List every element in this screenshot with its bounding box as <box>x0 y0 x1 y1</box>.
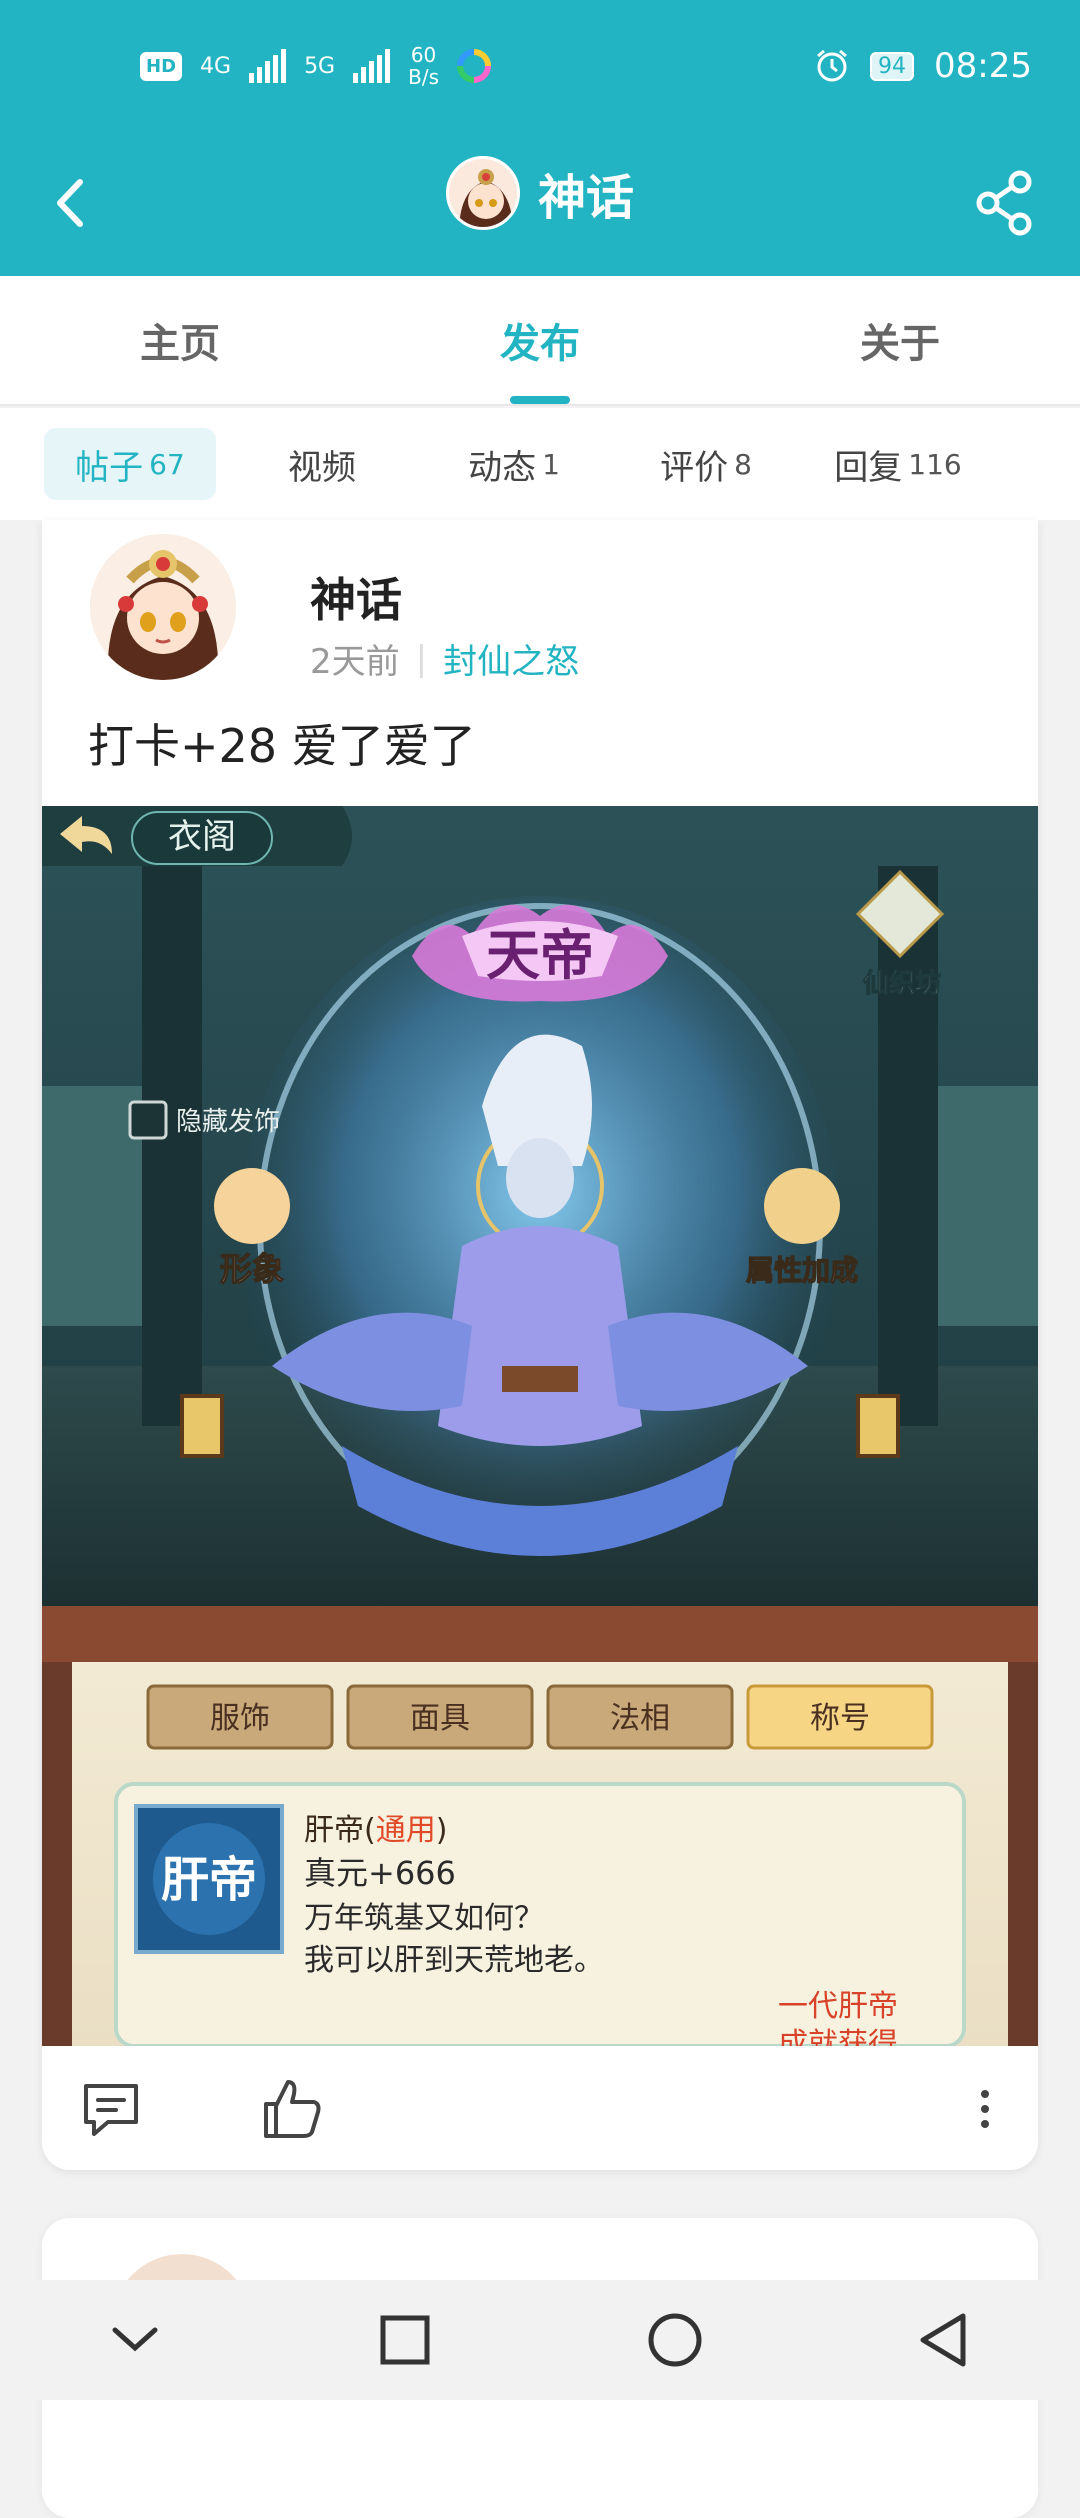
share-icon[interactable] <box>970 168 1040 238</box>
subtab-label: 视频 <box>288 447 356 488</box>
subtab-label: 帖子 <box>75 447 144 488</box>
post-header: 神话 2天前 | 封仙之怒 <box>90 534 990 694</box>
subtab-count: 116 <box>908 447 962 481</box>
xianzhifang-label: 仙织坊 <box>863 968 941 999</box>
circle-icon[interactable] <box>635 2300 715 2380</box>
page-title: 神话 <box>537 170 634 226</box>
main-tabs: 主页 发布 关于 <box>0 276 1080 406</box>
subtab-videos[interactable]: 视频 <box>236 428 408 500</box>
more-vertical-icon[interactable] <box>950 2074 1020 2144</box>
tab-home[interactable]: 主页 <box>0 276 360 404</box>
status-right: 94 08:25 <box>814 38 1032 94</box>
header-avatar[interactable] <box>445 156 520 230</box>
battery-indicator: 94 <box>870 51 915 81</box>
meta-divider: | <box>415 638 428 679</box>
wardrobe-label: 衣阁 <box>168 817 236 857</box>
post-image[interactable]: 天帝 衣阁 仙织坊 隐藏发饰 形象 属性加成 服饰 面具 法相 称号 肝帝 肝帝… <box>42 806 1038 2046</box>
app-notification-icon <box>457 49 491 83</box>
subtab-reviews[interactable]: 评价 8 <box>620 428 792 500</box>
item-icon-text: 肝帝 <box>161 1852 257 1908</box>
category-fushi: 服饰 <box>210 1701 270 1736</box>
tab-about[interactable]: 关于 <box>720 276 1080 404</box>
status-left: HD 4G 5G 60 B/s <box>140 38 491 94</box>
achievement-line-2: 成就获得 <box>778 2027 898 2046</box>
sim2-label: 5G <box>304 53 336 79</box>
item-stat: 真元+666 <box>304 1854 456 1892</box>
thumbs-up-icon[interactable] <box>256 2074 326 2144</box>
image-btn-label: 形象 <box>220 1250 284 1288</box>
hide-hair-label: 隐藏发饰 <box>176 1107 280 1137</box>
author-avatar[interactable] <box>90 534 236 680</box>
clock: 08:25 <box>934 46 1032 86</box>
sub-tabs: 帖子 67 视频 动态 1 评价 8 回复 116 <box>0 408 1080 520</box>
achievement-line-1: 一代肝帝 <box>778 1989 898 2024</box>
avatar-illustration <box>90 534 236 680</box>
subtab-activity[interactable]: 动态 1 <box>428 428 600 500</box>
alarm-icon <box>817 49 847 82</box>
header-title-group: 神话 <box>0 156 1080 230</box>
tab-posts[interactable]: 发布 <box>360 276 720 404</box>
post-meta: 2天前 | 封仙之怒 <box>310 634 579 683</box>
category-chenghao: 称号 <box>810 1701 870 1736</box>
app-header: 神话 <box>0 130 1080 276</box>
signal1-icon <box>249 49 287 83</box>
svg-text:肝帝(通用): 肝帝(通用) <box>304 1813 447 1848</box>
subtab-threads[interactable]: 帖子 67 <box>44 428 216 500</box>
net-speed-unit: B/s <box>408 65 439 89</box>
net-speed: 60 B/s <box>408 44 439 88</box>
category-faxiang: 法相 <box>610 1701 670 1736</box>
subtab-label: 回复 <box>834 447 903 488</box>
item-type: 通用 <box>376 1813 436 1848</box>
subtab-count: 1 <box>542 447 560 481</box>
hd-badge: HD <box>140 51 183 81</box>
subtab-label: 评价 <box>660 447 729 488</box>
post-text: 打卡+28 爱了爱了 <box>88 719 476 773</box>
category-mianju: 面具 <box>410 1701 470 1736</box>
subtab-label: 动态 <box>468 447 537 488</box>
signal2-icon <box>353 49 391 83</box>
post-actions <box>42 2046 1038 2170</box>
title-badge-text: 天帝 <box>486 923 594 987</box>
forum-link[interactable]: 封仙之怒 <box>443 634 579 683</box>
author-name[interactable]: 神话 <box>310 564 402 630</box>
comment-icon[interactable] <box>76 2074 146 2144</box>
subtab-count: 67 <box>149 447 185 481</box>
status-bar: HD 4G 5G 60 B/s 94 08:25 <box>0 0 1080 130</box>
triangle-back-icon[interactable] <box>905 2300 985 2380</box>
subtab-count: 8 <box>734 447 752 481</box>
subtab-replies[interactable]: 回复 116 <box>812 428 984 500</box>
item-desc-2: 我可以肝到天荒地老。 <box>304 1943 604 1978</box>
system-nav-bar <box>0 2280 1080 2400</box>
attr-btn-label: 属性加成 <box>746 1254 858 1287</box>
chevron-down-icon[interactable] <box>95 2300 175 2380</box>
game-screenshot: 天帝 衣阁 仙织坊 隐藏发饰 形象 属性加成 服饰 面具 法相 称号 肝帝 肝帝… <box>42 806 1038 2046</box>
item-desc-1: 万年筑基又如何？ <box>304 1901 544 1936</box>
avatar-illustration <box>448 159 517 227</box>
square-icon[interactable] <box>365 2300 445 2380</box>
post-card[interactable]: 神话 2天前 | 封仙之怒 打卡+28 爱了爱了 天帝 衣阁 仙织坊 隐藏发饰 … <box>42 520 1038 2170</box>
item-name: 肝帝 <box>304 1813 364 1848</box>
net-speed-value: 60 <box>410 43 437 67</box>
sim1-label: 4G <box>200 53 232 79</box>
post-time: 2天前 <box>310 642 400 682</box>
